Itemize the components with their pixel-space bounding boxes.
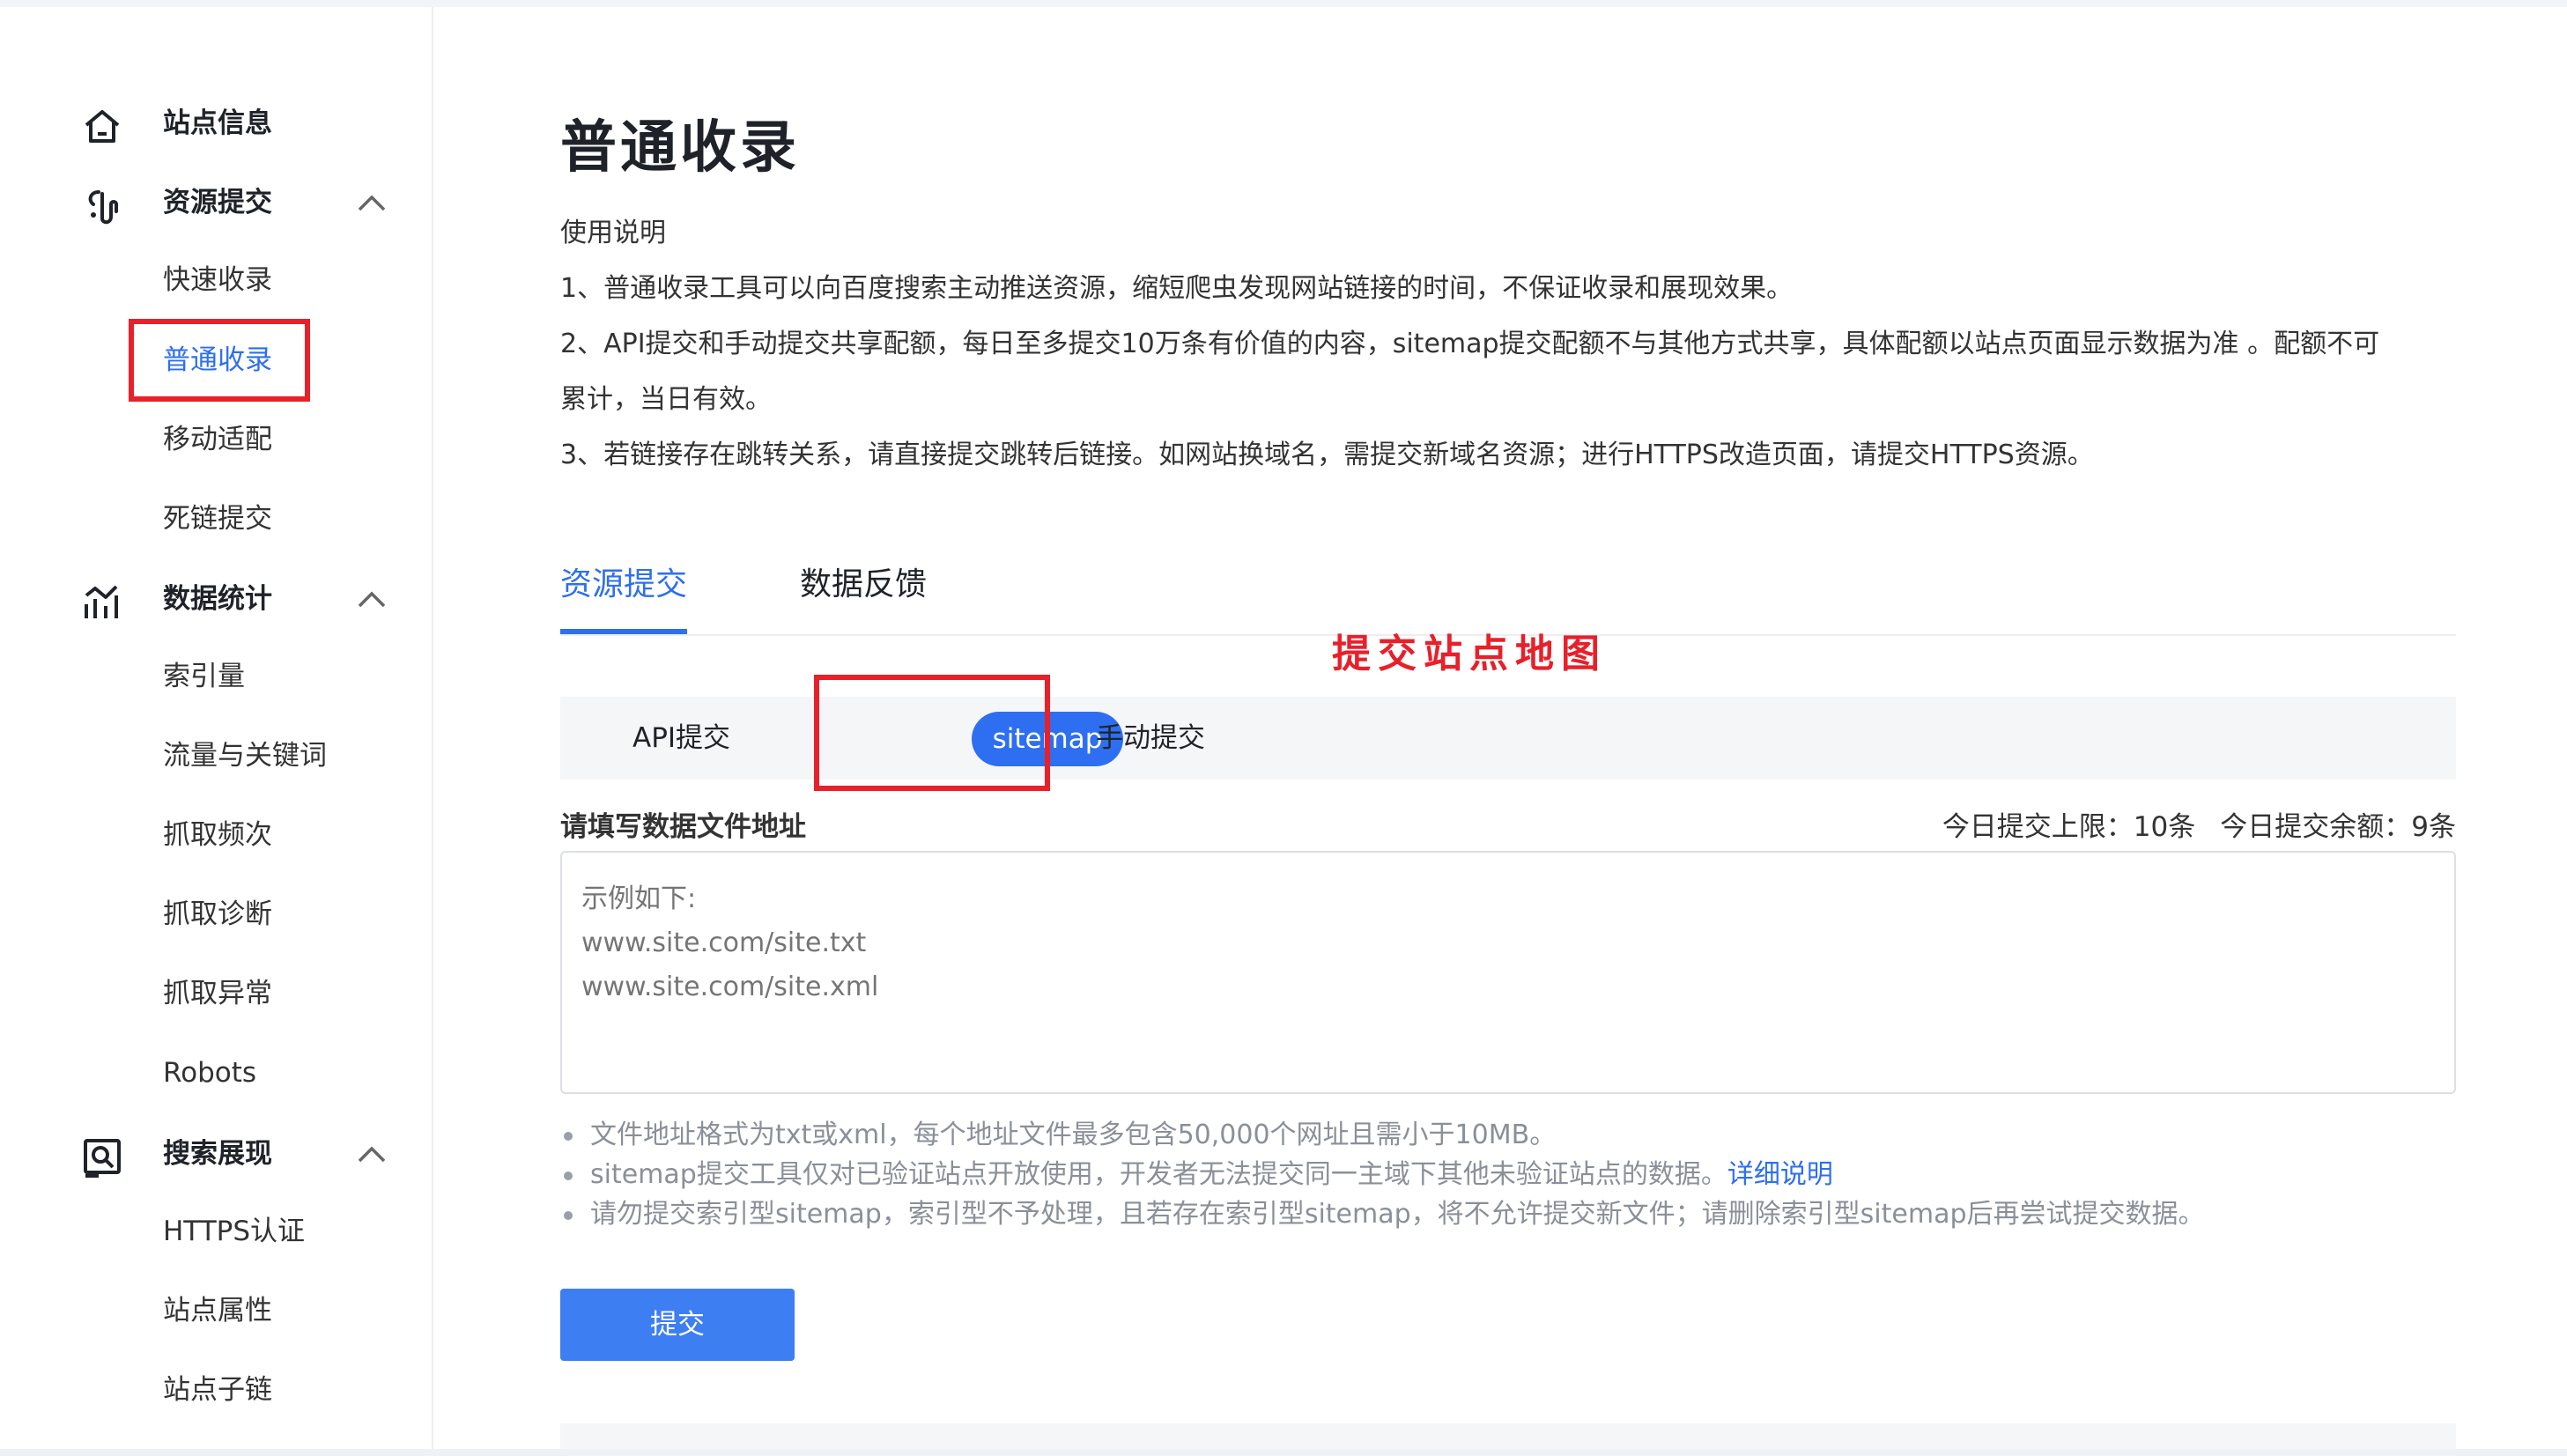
footer-strip: [560, 1423, 2456, 1449]
submit-resource-icon: [88, 190, 118, 225]
usage-line: 3、若链接存在跳转关系，请直接提交跳转后链接。如网站换域名，需提交新域名资源；进…: [560, 440, 2094, 470]
sidebar-group-label: 站点信息: [163, 107, 272, 139]
tab-resource-submit[interactable]: 资源提交: [560, 550, 687, 620]
field-label: 请填写数据文件地址: [560, 811, 806, 843]
tab-data-feedback[interactable]: 数据反馈: [800, 550, 927, 620]
page-title: 普通收录: [560, 115, 800, 181]
usage-line: 2、API提交和手动提交共享配额，每日至多提交10万条有价值的内容，sitema…: [560, 329, 2380, 359]
usage-heading: 使用说明: [560, 218, 666, 248]
subtab-manual[interactable]: 手动提交: [1096, 697, 1205, 780]
sidebar-group-search-display[interactable]: 搜索展现: [0, 1127, 432, 1180]
top-bar: [0, 0, 2567, 7]
sidebar-item-index-volume[interactable]: 索引量: [163, 654, 245, 698]
sidebar-group-data-stats[interactable]: 数据统计: [0, 573, 432, 625]
usage-line: 1、普通收录工具可以向百度搜索主动推送资源，缩短爬虫发现网站链接的时间，不保证收…: [560, 273, 1794, 304]
sidebar-item-quick-index[interactable]: 快速收录: [163, 258, 272, 302]
subtab-api[interactable]: API提交: [633, 697, 730, 780]
sidebar-group-label: 资源提交: [163, 187, 272, 218]
search-display-icon: [84, 1139, 121, 1178]
sidebar-item-site-attributes[interactable]: 站点属性: [163, 1289, 272, 1333]
submit-button[interactable]: 提交: [560, 1289, 795, 1361]
chart-icon: [85, 585, 118, 618]
quota-info: 今日提交上限：10条 今日提交余额：9条: [1918, 804, 2456, 844]
sidebar-item-traffic-keywords[interactable]: 流量与关键词: [163, 734, 327, 778]
sidebar-item-dead-link[interactable]: 死链提交: [163, 497, 272, 541]
chevron-up-icon[interactable]: [356, 1140, 388, 1168]
sidebar-item-robots[interactable]: Robots: [163, 1051, 256, 1095]
usage-line: 累计，当日有效。: [560, 384, 772, 415]
notes-list: 文件地址格式为txt或xml，每个地址文件最多包含50,000个网址且需小于10…: [560, 1115, 2498, 1234]
note-item: 请勿提交索引型sitemap，索引型不予处理，且若存在索引型sitemap，将不…: [560, 1194, 2498, 1234]
highlight-box-normal-index: [129, 319, 310, 402]
sidebar-item-site-sublinks[interactable]: 站点子链: [163, 1368, 272, 1412]
quota-limit: 今日提交上限：10条: [1942, 811, 2196, 843]
annotation-text: 提交站点地图: [1332, 632, 1607, 676]
sidebar-group-resource-submit[interactable]: 资源提交: [0, 176, 432, 229]
sidebar: 站点信息 资源提交 快速收录 普通收录 移动适配 死链提交 数据统计 索引量 流…: [0, 7, 433, 1449]
quota-remaining: 今日提交余额：9条: [2220, 811, 2456, 843]
note-item: 文件地址格式为txt或xml，每个地址文件最多包含50,000个网址且需小于10…: [560, 1115, 2498, 1155]
sidebar-item-mobile-adapt[interactable]: 移动适配: [163, 418, 272, 462]
sidebar-item-crawl-errors[interactable]: 抓取异常: [163, 972, 272, 1016]
chevron-up-icon[interactable]: [356, 585, 388, 613]
sidebar-item-crawl-diagnosis[interactable]: 抓取诊断: [163, 892, 272, 936]
sidebar-group-site-info[interactable]: 站点信息: [0, 97, 432, 150]
sidebar-item-https-cert[interactable]: HTTPS认证: [163, 1209, 305, 1253]
highlight-box-sitemap: [814, 675, 1050, 791]
main-content: 普通收录 使用说明 1、普通收录工具可以向百度搜索主动推送资源，缩短爬虫发现网站…: [433, 7, 2567, 1449]
home-icon: [85, 110, 120, 143]
details-link[interactable]: 详细说明: [1727, 1159, 1833, 1190]
active-tab-indicator: [560, 629, 687, 634]
chevron-up-icon[interactable]: [356, 188, 388, 217]
sitemap-url-input[interactable]: [560, 851, 2456, 1094]
note-item: sitemap提交工具仅对已验证站点开放使用，开发者无法提交同一主域下其他未验证…: [560, 1155, 2498, 1194]
sidebar-group-label: 数据统计: [163, 583, 272, 615]
sidebar-item-crawl-frequency[interactable]: 抓取频次: [163, 813, 272, 857]
bottom-bar: [0, 1449, 2567, 1456]
sidebar-group-label: 搜索展现: [163, 1138, 272, 1170]
